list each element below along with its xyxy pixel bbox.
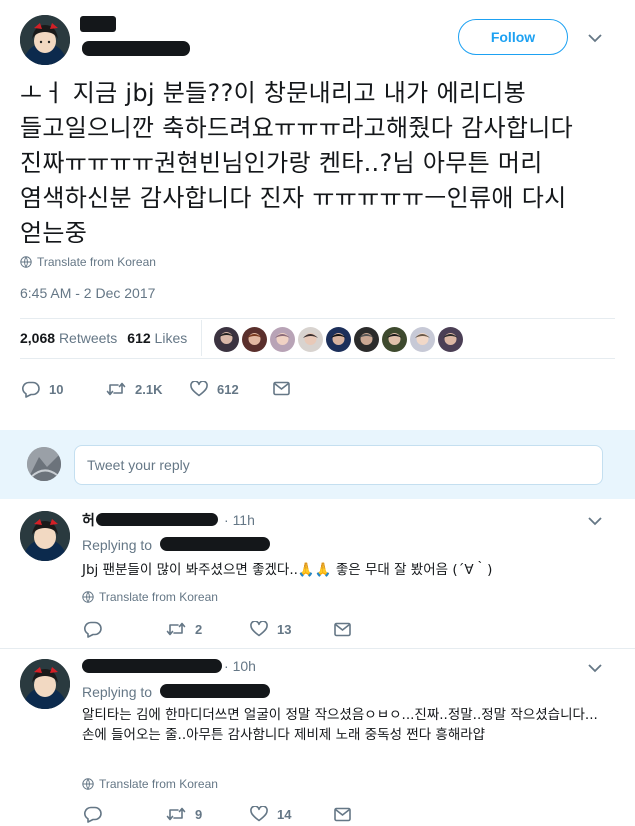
translate-link[interactable]: Translate from Korean bbox=[20, 255, 156, 269]
author-name-redacted bbox=[80, 16, 116, 32]
liker-avatar[interactable] bbox=[242, 327, 267, 352]
liker-avatar[interactable] bbox=[354, 327, 379, 352]
reply-author-avatar[interactable] bbox=[20, 511, 70, 561]
translate-link[interactable]: Translate from Korean bbox=[82, 590, 218, 604]
liker-avatar[interactable] bbox=[438, 327, 463, 352]
reply-button[interactable]: 10 bbox=[22, 381, 63, 398]
heart-icon bbox=[250, 806, 268, 822]
heart-icon bbox=[250, 621, 268, 637]
tweet-text: ㅗㅓ 지금 jbj 분들??이 창문내리고 내가 에리디봉 들고일으니깐 축하드… bbox=[20, 79, 573, 247]
retweet-icon bbox=[166, 622, 186, 636]
reply-input[interactable]: Tweet your reply bbox=[74, 445, 603, 485]
reply-text: Jbj 팬분들이 많이 봐주셨으면 좋겠다..🙏🙏 좋은 무대 잘 봤어음 (´… bbox=[82, 562, 493, 578]
reply-button[interactable] bbox=[84, 621, 102, 638]
direct-message-button[interactable] bbox=[334, 807, 351, 822]
liker-avatar[interactable] bbox=[298, 327, 323, 352]
reply-icon bbox=[84, 806, 102, 823]
divider bbox=[201, 320, 202, 356]
retweet-icon bbox=[106, 382, 126, 396]
replying-to-handle-redacted[interactable] bbox=[160, 684, 270, 698]
reply-author-redacted bbox=[96, 513, 218, 526]
direct-message-button[interactable] bbox=[273, 381, 290, 396]
liker-avatar[interactable] bbox=[326, 327, 351, 352]
reply-author-redacted bbox=[82, 659, 222, 673]
divider bbox=[20, 358, 615, 359]
direct-message-button[interactable] bbox=[334, 622, 351, 637]
retweet-button[interactable]: 9 bbox=[166, 806, 202, 822]
retweet-button[interactable]: 2.1K bbox=[106, 381, 162, 397]
follow-button[interactable]: Follow bbox=[458, 19, 568, 55]
message-icon bbox=[273, 381, 290, 396]
author-avatar[interactable] bbox=[20, 15, 70, 65]
reply-icon bbox=[84, 621, 102, 638]
liker-avatar[interactable] bbox=[214, 327, 239, 352]
liker-avatar[interactable] bbox=[270, 327, 295, 352]
reply-time[interactable]: · 10h bbox=[224, 658, 256, 674]
like-button[interactable]: 612 bbox=[190, 381, 239, 397]
reply-button[interactable] bbox=[84, 806, 102, 823]
retweet-button[interactable]: 2 bbox=[166, 621, 202, 637]
retweet-icon bbox=[166, 807, 186, 821]
liker-avatar[interactable] bbox=[410, 327, 435, 352]
retweets-stat[interactable]: 2,068 Retweets bbox=[20, 330, 117, 346]
engagement-stats: 2,068 Retweets 612 Likes bbox=[20, 330, 187, 346]
divider bbox=[20, 318, 615, 319]
current-user-avatar[interactable] bbox=[27, 447, 61, 481]
liker-avatars bbox=[214, 327, 463, 352]
globe-icon bbox=[82, 591, 94, 603]
message-icon bbox=[334, 622, 351, 637]
chevron-down-icon[interactable] bbox=[588, 664, 602, 673]
chevron-down-icon[interactable] bbox=[588, 34, 602, 43]
reply-text: 알티타는 김에 한마디더쓰면 얼굴이 정말 작으셨음ㅇㅂㅇ...진짜..정말..… bbox=[82, 707, 598, 743]
likes-stat[interactable]: 612 Likes bbox=[127, 330, 187, 346]
message-icon bbox=[334, 807, 351, 822]
reply-author-avatar[interactable] bbox=[20, 659, 70, 709]
reply-author-name[interactable]: 허 bbox=[82, 510, 95, 530]
replying-to-label: Replying to bbox=[82, 684, 153, 700]
tweet-timestamp[interactable]: 6:45 AM - 2 Dec 2017 bbox=[20, 285, 155, 301]
liker-avatar[interactable] bbox=[382, 327, 407, 352]
divider bbox=[0, 648, 635, 649]
translate-link[interactable]: Translate from Korean bbox=[82, 777, 218, 791]
replying-to-handle-redacted[interactable] bbox=[160, 537, 270, 551]
reply-icon bbox=[22, 381, 40, 398]
author-handle-redacted bbox=[82, 41, 190, 56]
heart-icon bbox=[190, 381, 208, 397]
reply-time[interactable]: · 11h bbox=[224, 512, 255, 528]
replying-to-label: Replying to bbox=[82, 537, 153, 553]
translate-label: Translate from Korean bbox=[37, 255, 156, 269]
like-button[interactable]: 14 bbox=[250, 806, 291, 822]
globe-icon bbox=[82, 778, 94, 790]
like-button[interactable]: 13 bbox=[250, 621, 291, 637]
chevron-down-icon[interactable] bbox=[588, 517, 602, 526]
globe-icon bbox=[20, 256, 32, 268]
